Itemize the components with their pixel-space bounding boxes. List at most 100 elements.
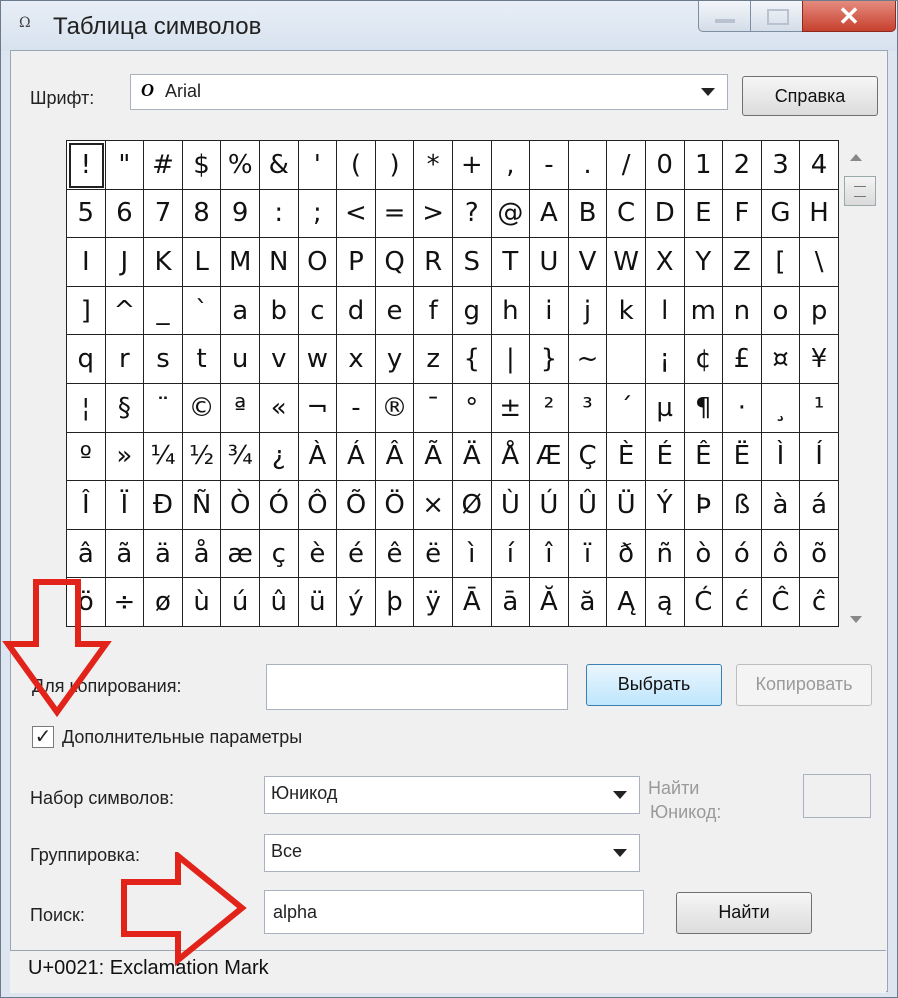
- char-cell[interactable]: ĉ: [800, 578, 839, 627]
- char-cell[interactable]: í: [491, 529, 531, 579]
- char-cell[interactable]: :: [259, 189, 299, 239]
- char-cell[interactable]: º: [67, 432, 106, 482]
- char-cell[interactable]: Ï: [105, 481, 145, 530]
- char-cell[interactable]: ±: [491, 383, 531, 433]
- char-cell[interactable]: »: [105, 432, 145, 482]
- char-cell[interactable]: {: [452, 335, 492, 384]
- char-cell[interactable]: Ë: [723, 432, 762, 482]
- char-cell[interactable]: ô: [761, 529, 801, 579]
- char-cell[interactable]: à: [761, 481, 801, 530]
- char-cell[interactable]: ¶: [684, 383, 724, 433]
- char-cell[interactable]: æ: [221, 529, 260, 579]
- char-cell[interactable]: y: [375, 335, 415, 384]
- copy-button[interactable]: Копировать: [736, 664, 872, 706]
- char-cell[interactable]: Ò: [221, 481, 260, 530]
- char-cell[interactable]: Ć: [684, 578, 724, 627]
- char-cell[interactable]: 1: [684, 141, 724, 190]
- char-cell[interactable]: ¬: [298, 383, 338, 433]
- char-cell[interactable]: Ì: [761, 432, 801, 482]
- char-cell[interactable]: W: [607, 238, 646, 287]
- char-cell[interactable]: d: [337, 286, 376, 336]
- char-cell[interactable]: å: [182, 529, 222, 579]
- char-cell[interactable]: E: [684, 189, 724, 239]
- char-cell[interactable]: 6: [105, 189, 145, 239]
- char-cell[interactable]: ×: [414, 481, 453, 530]
- char-cell[interactable]: ý: [337, 578, 376, 627]
- char-cell[interactable]: ï: [568, 529, 608, 579]
- char-cell[interactable]: L: [182, 238, 222, 287]
- char-cell[interactable]: e: [375, 286, 415, 336]
- char-cell[interactable]: ö: [67, 578, 106, 627]
- char-cell[interactable]: x: [337, 335, 376, 384]
- maximize-button[interactable]: [750, 1, 804, 32]
- char-cell[interactable]: m: [684, 286, 724, 336]
- scrollbar-thumb[interactable]: [844, 176, 876, 206]
- char-cell[interactable]: ": [105, 141, 145, 190]
- char-cell[interactable]: H: [800, 189, 839, 239]
- char-cell[interactable]: ´: [607, 383, 646, 433]
- char-cell[interactable]: =: [375, 189, 415, 239]
- char-cell[interactable]: ù: [182, 578, 222, 627]
- char-cell[interactable]: ò: [684, 529, 724, 579]
- char-cell[interactable]: _: [144, 286, 183, 336]
- char-cell[interactable]: Û: [568, 481, 608, 530]
- char-cell[interactable]: È: [607, 432, 646, 482]
- char-cell[interactable]: £: [723, 335, 762, 384]
- char-cell[interactable]: ¼: [144, 432, 183, 482]
- char-cell[interactable]: µ: [645, 383, 685, 433]
- char-cell[interactable]: O: [298, 238, 338, 287]
- char-cell[interactable]: Ý: [645, 481, 685, 530]
- char-cell[interactable]: ú: [221, 578, 260, 627]
- char-cell[interactable]: î: [530, 529, 569, 579]
- char-cell[interactable]: %: [221, 141, 260, 190]
- char-cell[interactable]: Ą: [607, 578, 646, 627]
- char-cell[interactable]: ¹: [800, 383, 839, 433]
- search-input[interactable]: [264, 890, 644, 934]
- char-cell[interactable]: ¡: [645, 335, 685, 384]
- char-cell[interactable]: z: [414, 335, 453, 384]
- char-cell[interactable]: #: [144, 141, 183, 190]
- char-cell[interactable]: .: [568, 141, 608, 190]
- char-cell[interactable]: ð: [607, 529, 646, 579]
- char-cell[interactable]: ü: [298, 578, 338, 627]
- char-cell[interactable]: ': [298, 141, 338, 190]
- char-cell[interactable]: Ú: [530, 481, 569, 530]
- close-button[interactable]: ✕: [802, 1, 896, 32]
- char-cell[interactable]: v: [259, 335, 299, 384]
- char-cell[interactable]: s: [144, 335, 183, 384]
- char-cell[interactable]: Q: [375, 238, 415, 287]
- char-cell[interactable]: 3: [761, 141, 801, 190]
- char-cell[interactable]: n: [723, 286, 762, 336]
- char-cell[interactable]: @: [491, 189, 531, 239]
- char-cell[interactable]: ø: [144, 578, 183, 627]
- char-cell[interactable]: Ô: [298, 481, 338, 530]
- char-cell[interactable]: ¸: [761, 383, 801, 433]
- char-cell[interactable]: \: [800, 238, 839, 287]
- char-cell[interactable]: §: [105, 383, 145, 433]
- search-button[interactable]: Найти: [676, 892, 812, 934]
- char-cell[interactable]: ¥: [800, 335, 839, 384]
- char-cell[interactable]: Y: [684, 238, 724, 287]
- char-cell[interactable]: |: [491, 335, 531, 384]
- char-cell[interactable]: ·: [723, 383, 762, 433]
- char-cell[interactable]: j: [568, 286, 608, 336]
- char-cell[interactable]: +: [452, 141, 492, 190]
- char-cell[interactable]: b: [259, 286, 299, 336]
- char-cell[interactable]: á: [800, 481, 839, 530]
- char-cell[interactable]: F: [723, 189, 762, 239]
- char-cell[interactable]: ~: [568, 335, 608, 384]
- char-cell[interactable]: É: [645, 432, 685, 482]
- char-cell[interactable]: a: [221, 286, 260, 336]
- char-cell[interactable]: ³: [568, 383, 608, 433]
- char-cell[interactable]: J: [105, 238, 145, 287]
- char-cell[interactable]: Ā: [452, 578, 492, 627]
- char-cell[interactable]: ą: [645, 578, 685, 627]
- char-cell[interactable]: i: [530, 286, 569, 336]
- char-cell[interactable]: «: [259, 383, 299, 433]
- char-cell[interactable]: N: [259, 238, 299, 287]
- char-cell[interactable]: û: [259, 578, 299, 627]
- char-cell[interactable]: p: [800, 286, 839, 336]
- char-cell[interactable]: <: [337, 189, 376, 239]
- char-cell[interactable]: Ù: [491, 481, 531, 530]
- char-cell[interactable]: k: [607, 286, 646, 336]
